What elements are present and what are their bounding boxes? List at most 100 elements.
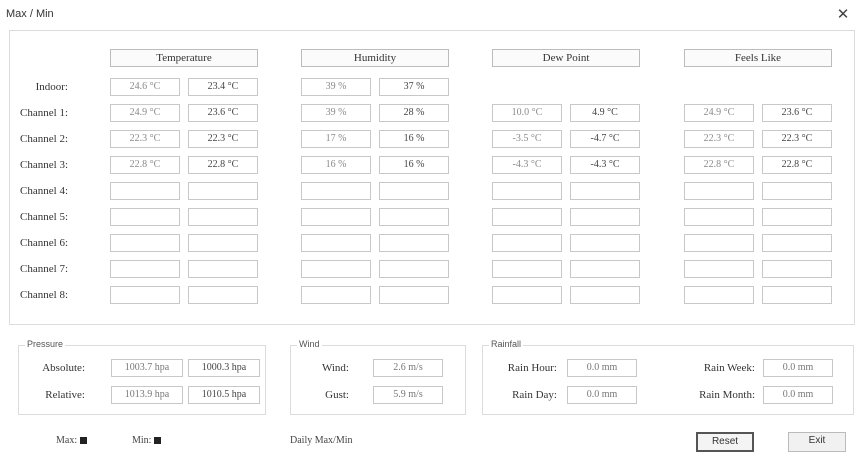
rain-day-field: 0.0 mm: [567, 386, 637, 404]
rain-hour-field: 0.0 mm: [567, 359, 637, 377]
dew-point-min-field: -4.7 °C: [570, 130, 640, 148]
feels-like-min-field: [762, 286, 832, 304]
humidity-max-field: [301, 260, 371, 278]
feels-like-max-field: 22.3 °C: [684, 130, 754, 148]
dew-point-max-field: [492, 208, 562, 226]
min-color-square-icon: [154, 437, 162, 445]
temperature-max-field: 22.3 °C: [110, 130, 180, 148]
pressure-group: Pressure Absolute: 1003.7 hpa 1000.3 hpa…: [18, 339, 266, 415]
temperature-min-field: [188, 260, 258, 278]
daily-max-min-label: Daily Max/Min: [290, 435, 353, 446]
row-label: Channel 5:: [20, 211, 68, 223]
temperature-min-field: [188, 286, 258, 304]
wind-speed-field: 2.6 m/s: [373, 359, 443, 377]
feels-like-max-field: 24.9 °C: [684, 104, 754, 122]
min-legend: Min:: [132, 434, 162, 448]
gust-speed-field: 5.9 m/s: [373, 386, 443, 404]
temperature-min-field: [188, 208, 258, 226]
dew-point-min-field: [570, 182, 640, 200]
relative-min-field: 1010.5 hpa: [188, 386, 260, 404]
feels-like-max-field: [684, 208, 754, 226]
dew-point-max-field: [492, 234, 562, 252]
rain-month-field: 0.0 mm: [763, 386, 833, 404]
min-legend-label: Min:: [132, 435, 152, 446]
feels-like-max-field: [684, 286, 754, 304]
absolute-min-field: 1000.3 hpa: [188, 359, 260, 377]
dew-point-max-field: -3.5 °C: [492, 130, 562, 148]
feels-like-min-field: [762, 234, 832, 252]
wind-group: Wind Wind: 2.6 m/s Gust: 5.9 m/s: [290, 339, 466, 415]
dew-point-max-field: [492, 260, 562, 278]
dew-point-max-field: [492, 182, 562, 200]
feels-like-max-field: [684, 234, 754, 252]
dew-point-min-field: [570, 286, 640, 304]
relative-label: Relative:: [45, 389, 85, 401]
max-legend-label: Max:: [56, 435, 78, 446]
temperature-min-field: [188, 234, 258, 252]
temperature-max-field: [110, 234, 180, 252]
temperature-max-field: [110, 260, 180, 278]
dew-point-max-field: -4.3 °C: [492, 156, 562, 174]
rain-week-label: Rain Week:: [703, 362, 755, 374]
humidity-min-field: [379, 234, 449, 252]
close-icon: ✕: [836, 5, 850, 23]
rain-day-label: Rain Day:: [512, 389, 557, 401]
humidity-min-field: [379, 286, 449, 304]
humidity-min-field: 37 %: [379, 78, 449, 96]
column-header-dew-point: Dew Point: [492, 49, 640, 67]
temperature-max-field: 22.8 °C: [110, 156, 180, 174]
rainfall-group-title: Rainfall: [489, 339, 524, 349]
gust-label: Gust:: [325, 389, 349, 401]
humidity-min-field: 16 %: [379, 130, 449, 148]
pressure-group-title: Pressure: [25, 339, 66, 349]
temperature-max-field: [110, 208, 180, 226]
humidity-max-field: [301, 182, 371, 200]
dew-point-min-field: -4.3 °C: [570, 156, 640, 174]
feels-like-min-field: [762, 260, 832, 278]
rainfall-group: Rainfall Rain Hour: 0.0 mm Rain Day: 0.0…: [482, 339, 854, 415]
temperature-max-field: 24.9 °C: [110, 104, 180, 122]
humidity-min-field: 16 %: [379, 156, 449, 174]
row-label: Channel 7:: [20, 263, 68, 275]
row-label: Channel 3:: [20, 159, 68, 171]
humidity-min-field: [379, 260, 449, 278]
max-color-square-icon: [80, 437, 88, 445]
row-label: Channel 2:: [20, 133, 68, 145]
window-title: Max / Min: [6, 8, 54, 20]
feels-like-max-field: [684, 182, 754, 200]
feels-like-min-field: 22.3 °C: [762, 130, 832, 148]
humidity-min-field: 28 %: [379, 104, 449, 122]
exit-button[interactable]: Exit: [788, 432, 846, 452]
humidity-max-field: 16 %: [301, 156, 371, 174]
feels-like-min-field: [762, 208, 832, 226]
title-bar: Max / Min ✕: [0, 0, 862, 28]
feels-like-min-field: 23.6 °C: [762, 104, 832, 122]
wind-group-title: Wind: [297, 339, 322, 349]
humidity-max-field: 39 %: [301, 78, 371, 96]
temperature-max-field: 24.6 °C: [110, 78, 180, 96]
temperature-min-field: 22.3 °C: [188, 130, 258, 148]
column-header-temperature: Temperature: [110, 49, 258, 67]
rain-month-label: Rain Month:: [699, 389, 755, 401]
humidity-max-field: 39 %: [301, 104, 371, 122]
feels-like-max-field: 22.8 °C: [684, 156, 754, 174]
rain-hour-label: Rain Hour:: [507, 362, 557, 374]
feels-like-min-field: 22.8 °C: [762, 156, 832, 174]
reset-button[interactable]: Reset: [696, 432, 754, 452]
max-min-table-frame: [9, 30, 855, 325]
temperature-min-field: 23.4 °C: [188, 78, 258, 96]
row-label: Indoor:: [35, 81, 68, 93]
row-label: Channel 6:: [20, 237, 68, 249]
close-button[interactable]: ✕: [832, 4, 854, 24]
rain-week-field: 0.0 mm: [763, 359, 833, 377]
dew-point-min-field: 4.9 °C: [570, 104, 640, 122]
temperature-min-field: 23.6 °C: [188, 104, 258, 122]
humidity-max-field: [301, 234, 371, 252]
dew-point-min-field: [570, 208, 640, 226]
max-legend: Max:: [56, 434, 88, 448]
wind-label: Wind:: [321, 362, 349, 374]
humidity-max-field: [301, 208, 371, 226]
feels-like-max-field: [684, 260, 754, 278]
absolute-label: Absolute:: [42, 362, 85, 374]
relative-max-field: 1013.9 hpa: [111, 386, 183, 404]
